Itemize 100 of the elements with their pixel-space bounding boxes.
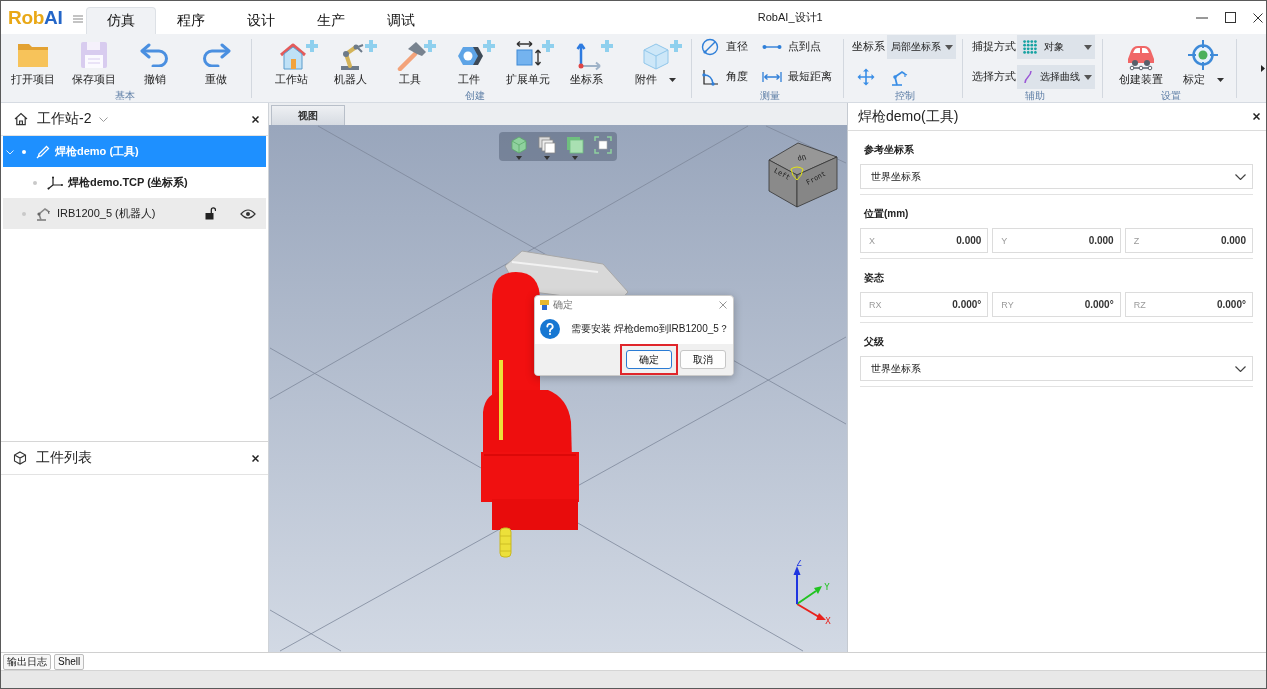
close-icon[interactable] bbox=[1253, 113, 1260, 120]
panel-title: 工作站-2 bbox=[37, 110, 92, 128]
caret-icon bbox=[945, 44, 953, 50]
close-icon[interactable] bbox=[252, 115, 259, 123]
target-icon bbox=[1187, 39, 1219, 71]
layered-box-icon[interactable] bbox=[566, 136, 584, 154]
window-title: RobAI_设计1 bbox=[757, 10, 823, 25]
field-label: 捕捉方式 bbox=[972, 40, 1017, 54]
dialog-title: 确定 bbox=[553, 297, 573, 312]
distance-icon bbox=[762, 71, 782, 83]
chevron-icon[interactable] bbox=[6, 147, 14, 156]
ribbon-button[interactable]: 扩展单元 bbox=[498, 34, 557, 89]
dropdown[interactable]: 对象 bbox=[1017, 35, 1095, 59]
menu-tab[interactable]: 生产 bbox=[296, 7, 367, 34]
question-icon bbox=[540, 318, 560, 339]
bullet-dot-icon bbox=[22, 149, 26, 154]
caret-icon bbox=[1216, 78, 1224, 82]
menu-tab[interactable]: 调试 bbox=[366, 7, 437, 34]
ribbon-button[interactable]: 重做 bbox=[185, 34, 246, 89]
padlock-open-icon[interactable] bbox=[205, 207, 216, 220]
ribbon-button[interactable]: 工件 bbox=[439, 34, 498, 89]
ribbon-button[interactable]: 标定 bbox=[1172, 34, 1234, 89]
menu-tab[interactable]: 仿真 bbox=[86, 7, 157, 34]
ribbon-button[interactable]: 附件 bbox=[616, 34, 689, 89]
dialog-button[interactable]: 取消 bbox=[680, 350, 726, 369]
dot-grid-icon bbox=[1023, 40, 1037, 54]
caret-icon bbox=[669, 78, 676, 82]
fit-view-icon[interactable] bbox=[594, 136, 612, 154]
scroll-right-icon[interactable] bbox=[1261, 64, 1265, 72]
ribbon-button[interactable]: 工具 bbox=[380, 34, 439, 89]
number-field[interactable]: X 0.000 bbox=[860, 228, 989, 253]
panel-tab[interactable]: Shell bbox=[54, 653, 85, 670]
logo-text: Rob bbox=[8, 6, 45, 29]
section-label: 参考坐标系 bbox=[863, 143, 915, 157]
panel-title: 工件列表 bbox=[36, 449, 92, 467]
dropdown[interactable]: 选择曲线 bbox=[1017, 65, 1095, 89]
move-arrows-icon[interactable] bbox=[857, 68, 875, 86]
ribbon-button[interactable]: 撤销 bbox=[124, 34, 185, 89]
view-tab[interactable]: 视图 bbox=[271, 105, 345, 125]
redo-arrow-icon bbox=[200, 43, 231, 67]
ribbon-group-label: 控制 bbox=[894, 89, 916, 102]
number-field[interactable]: Z 0.000 bbox=[1124, 228, 1253, 253]
angle-icon bbox=[701, 68, 719, 86]
ribbon-group-label: 创建 bbox=[463, 89, 486, 102]
dropdown[interactable]: 世界坐标系 bbox=[860, 164, 1253, 189]
ribbon-button[interactable]: 创建装置 bbox=[1110, 34, 1172, 89]
ribbon-button[interactable]: 直径 bbox=[700, 34, 756, 60]
circle-diameter-icon bbox=[701, 38, 719, 56]
axis-label: Z bbox=[1133, 235, 1140, 246]
tree-item[interactable]: 焊枪demo.TCP (坐标系) bbox=[3, 167, 266, 198]
caret-icon[interactable] bbox=[516, 156, 522, 160]
folder-icon bbox=[16, 41, 49, 69]
dialog-message: 需要安装 焊枪demo到IRB1200_5？ bbox=[571, 321, 729, 336]
axis-label: X bbox=[869, 235, 875, 246]
axis-label: Y bbox=[1001, 235, 1008, 246]
chevron-down-icon bbox=[1235, 173, 1246, 180]
pen-icon bbox=[36, 144, 50, 159]
minimize-icon[interactable] bbox=[1196, 16, 1208, 19]
axis-label: Z bbox=[796, 560, 802, 568]
ribbon-group-label: 设置 bbox=[1160, 89, 1182, 102]
eye-icon[interactable] bbox=[240, 208, 256, 219]
axis-label: RZ bbox=[1133, 299, 1146, 310]
close-icon[interactable] bbox=[1253, 12, 1263, 23]
caret-icon bbox=[1084, 44, 1092, 50]
ribbon-button[interactable]: 角度 bbox=[700, 64, 756, 90]
ribbon-button[interactable]: 打开项目 bbox=[2, 34, 63, 89]
ribbon-button[interactable]: 坐标系 bbox=[557, 34, 616, 89]
axis-label: RY bbox=[1001, 299, 1014, 310]
caret-icon[interactable] bbox=[544, 156, 550, 160]
robot-arm-icon[interactable] bbox=[890, 68, 908, 86]
ribbon-button[interactable]: 最短距离 bbox=[762, 64, 835, 90]
number-field[interactable]: RZ 0.000° bbox=[1124, 292, 1253, 317]
field-label: 选择方式 bbox=[972, 70, 1017, 84]
number-field[interactable]: RX 0.000° bbox=[860, 292, 989, 317]
logo-text: AI bbox=[44, 6, 63, 29]
cube-icon[interactable] bbox=[510, 136, 528, 154]
menu-tab[interactable]: 设计 bbox=[226, 7, 297, 34]
chevron-down-icon[interactable] bbox=[99, 116, 109, 122]
caret-icon bbox=[1084, 74, 1092, 80]
dialog-button[interactable]: 确定 bbox=[626, 350, 672, 369]
tree-item[interactable]: IRB1200_5 (机器人) bbox=[3, 198, 266, 229]
ribbon-button[interactable]: 保存项目 bbox=[63, 34, 124, 89]
robot-arm-icon bbox=[36, 206, 52, 221]
home-icon bbox=[14, 112, 28, 126]
ribbon-button[interactable]: 点到点 bbox=[762, 34, 835, 60]
panel-tab[interactable]: 输出日志 bbox=[3, 653, 51, 670]
axes-icon bbox=[47, 175, 63, 190]
cube-icon bbox=[13, 451, 27, 465]
menu-tab[interactable]: 程序 bbox=[156, 7, 227, 34]
maximize-icon[interactable] bbox=[1225, 12, 1236, 23]
dropdown[interactable]: 世界坐标系 bbox=[860, 356, 1253, 381]
cube-plus-icon bbox=[641, 39, 682, 71]
stacked-squares-icon[interactable] bbox=[538, 136, 556, 154]
number-field[interactable]: RY 0.000° bbox=[992, 292, 1121, 317]
field-label: 坐标系 bbox=[852, 40, 886, 54]
caret-icon[interactable] bbox=[572, 156, 578, 160]
close-icon[interactable] bbox=[252, 454, 259, 462]
dropdown[interactable]: 局部坐标系 bbox=[887, 35, 956, 59]
number-field[interactable]: Y 0.000 bbox=[992, 228, 1121, 253]
section-label: 父级 bbox=[863, 335, 885, 349]
